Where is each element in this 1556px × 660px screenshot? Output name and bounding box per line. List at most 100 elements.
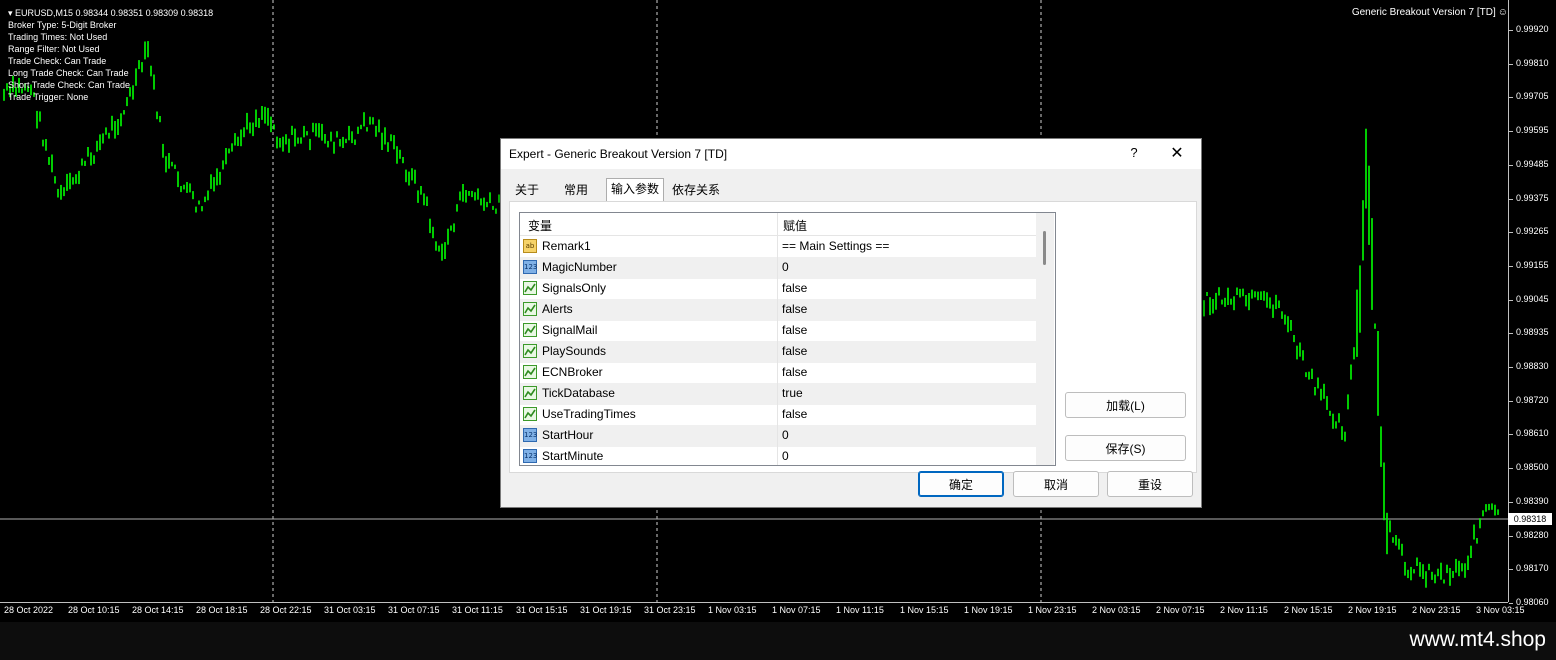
- parameter-name: ECNBroker: [542, 365, 603, 379]
- help-button[interactable]: ?: [1123, 145, 1145, 163]
- parameter-value[interactable]: 0: [782, 260, 789, 274]
- boolean-type-icon: [523, 302, 537, 316]
- price-tick-label: 0.99810: [1509, 57, 1549, 68]
- collapse-triangle-icon[interactable]: ▾: [8, 8, 13, 18]
- column-header-value[interactable]: 赋值: [783, 217, 807, 234]
- cancel-button[interactable]: 取消: [1013, 471, 1099, 497]
- ok-button[interactable]: 确定: [918, 471, 1004, 497]
- tab-inputs[interactable]: 输入参数: [606, 178, 665, 201]
- info-line: Broker Type: 5-Digit Broker: [8, 20, 117, 30]
- parameter-row[interactable]: 123 StartMinute 0: [520, 446, 1036, 465]
- price-tick-label: 0.98500: [1509, 462, 1549, 473]
- price-axis[interactable]: 0.99920 0.99810 0.99705 0.99595 0.99485 0.993…: [1508, 0, 1556, 607]
- current-price-label: 0.98318: [1508, 513, 1552, 525]
- close-button[interactable]: ✕: [1165, 143, 1189, 165]
- boolean-type-icon: [523, 386, 537, 400]
- parameter-name: Alerts: [542, 302, 573, 316]
- time-tick-label: 31 Oct 07:15: [388, 605, 440, 615]
- parameter-value[interactable]: == Main Settings ==: [782, 239, 889, 253]
- time-tick-label: 28 Oct 2022: [4, 605, 54, 615]
- boolean-type-icon: [523, 365, 537, 379]
- time-tick-label: 2 Nov 19:15: [1348, 605, 1397, 615]
- parameter-name: Remark1: [542, 239, 591, 253]
- boolean-type-icon: [523, 407, 537, 421]
- column-divider[interactable]: [777, 213, 778, 235]
- parameter-row[interactable]: SignalsOnly false: [520, 278, 1036, 300]
- dialog-titlebar[interactable]: Expert - Generic Breakout Version 7 [TD]…: [501, 139, 1201, 169]
- column-divider: [777, 383, 778, 404]
- parameter-value[interactable]: true: [782, 386, 803, 400]
- parameter-name: TickDatabase: [542, 386, 615, 400]
- parameter-value[interactable]: false: [782, 365, 807, 379]
- parameter-value[interactable]: false: [782, 407, 807, 421]
- column-divider: [777, 299, 778, 320]
- time-tick-label: 1 Nov 19:15: [964, 605, 1013, 615]
- time-tick-label: 31 Oct 23:15: [644, 605, 696, 615]
- time-tick-label: 1 Nov 11:15: [836, 605, 884, 615]
- time-tick-label: 2 Nov 23:15: [1412, 605, 1461, 615]
- tab-about[interactable]: 关于: [511, 180, 543, 200]
- parameter-name: UseTradingTimes: [542, 407, 636, 421]
- parameter-value[interactable]: false: [782, 302, 807, 316]
- expert-properties-dialog: Expert - Generic Breakout Version 7 [TD]…: [500, 138, 1202, 508]
- parameter-value[interactable]: false: [782, 323, 807, 337]
- time-axis[interactable]: 28 Oct 2022 28 Oct 10:15 28 Oct 14:15 28 Oc…: [0, 602, 1525, 619]
- parameter-row[interactable]: SignalMail false: [520, 320, 1036, 342]
- tab-dependencies[interactable]: 依存关系: [668, 180, 724, 200]
- time-tick-label: 2 Nov 03:15: [1092, 605, 1141, 615]
- dialog-title: Expert - Generic Breakout Version 7 [TD]: [509, 147, 728, 161]
- parameter-name: MagicNumber: [542, 260, 617, 274]
- parameter-value[interactable]: false: [782, 344, 807, 358]
- expert-label[interactable]: Generic Breakout Version 7 [TD] ☺: [1352, 7, 1508, 18]
- boolean-type-icon: [523, 323, 537, 337]
- parameter-row[interactable]: 123 MagicNumber 0: [520, 257, 1036, 279]
- parameter-row[interactable]: ab Remark1 == Main Settings ==: [520, 236, 1036, 258]
- time-tick-label: 28 Oct 22:15: [260, 605, 312, 615]
- reset-button[interactable]: 重设: [1107, 471, 1193, 497]
- parameter-row[interactable]: Alerts false: [520, 299, 1036, 321]
- price-tick-label: 0.98390: [1509, 495, 1549, 506]
- vertical-scrollbar[interactable]: [1036, 213, 1054, 465]
- column-divider: [777, 257, 778, 278]
- time-tick-label: 31 Oct 03:15: [324, 605, 376, 615]
- load-button[interactable]: 加载(L): [1065, 392, 1186, 418]
- price-tick-label: 0.99265: [1509, 226, 1549, 237]
- column-divider: [777, 425, 778, 446]
- price-tick-label: 0.99920: [1509, 24, 1549, 34]
- time-tick-label: 28 Oct 14:15: [132, 605, 184, 615]
- time-tick-label: 3 Nov 03:15: [1476, 605, 1525, 615]
- integer-type-icon: 123: [523, 260, 537, 274]
- time-tick-label: 2 Nov 07:15: [1156, 605, 1205, 615]
- column-divider: [777, 278, 778, 299]
- time-tick-label: 28 Oct 18:15: [196, 605, 248, 615]
- integer-type-icon: 123: [523, 449, 537, 463]
- parameter-name: PlaySounds: [542, 344, 607, 358]
- parameters-grid: 变量 赋值 ab Remark1 == Main Settings == 123 Mag…: [519, 212, 1056, 466]
- parameter-row[interactable]: 123 StartHour 0: [520, 425, 1036, 447]
- column-divider: [777, 404, 778, 425]
- price-tick-label: 0.98610: [1509, 428, 1549, 439]
- parameter-value[interactable]: 0: [782, 449, 789, 463]
- time-tick-label: 2 Nov 15:15: [1284, 605, 1333, 615]
- parameter-row[interactable]: PlaySounds false: [520, 341, 1036, 363]
- price-tick-label: 0.98170: [1509, 563, 1549, 574]
- price-tick-label: 0.99045: [1509, 293, 1549, 304]
- column-divider: [777, 320, 778, 341]
- time-tick-label: 31 Oct 15:15: [516, 605, 568, 615]
- column-divider: [777, 236, 778, 257]
- price-tick-label: 0.99485: [1509, 158, 1549, 169]
- parameter-name: StartMinute: [542, 449, 604, 463]
- column-header-variable[interactable]: 变量: [528, 217, 552, 234]
- parameter-row[interactable]: ECNBroker false: [520, 362, 1036, 384]
- save-button[interactable]: 保存(S): [1065, 435, 1186, 461]
- scrollbar-thumb[interactable]: [1043, 231, 1046, 265]
- symbol-line: ▾ EURUSD,M15 0.98344 0.98351 0.98309 0.9…: [8, 8, 214, 18]
- parameter-row[interactable]: TickDatabase true: [520, 383, 1036, 405]
- time-tick-label: 31 Oct 19:15: [580, 605, 632, 615]
- time-tick-label: 1 Nov 15:15: [900, 605, 949, 615]
- parameter-value[interactable]: 0: [782, 428, 789, 442]
- boolean-type-icon: [523, 281, 537, 295]
- tab-common[interactable]: 常用: [560, 180, 592, 200]
- parameter-value[interactable]: false: [782, 281, 807, 295]
- parameter-row[interactable]: UseTradingTimes false: [520, 404, 1036, 426]
